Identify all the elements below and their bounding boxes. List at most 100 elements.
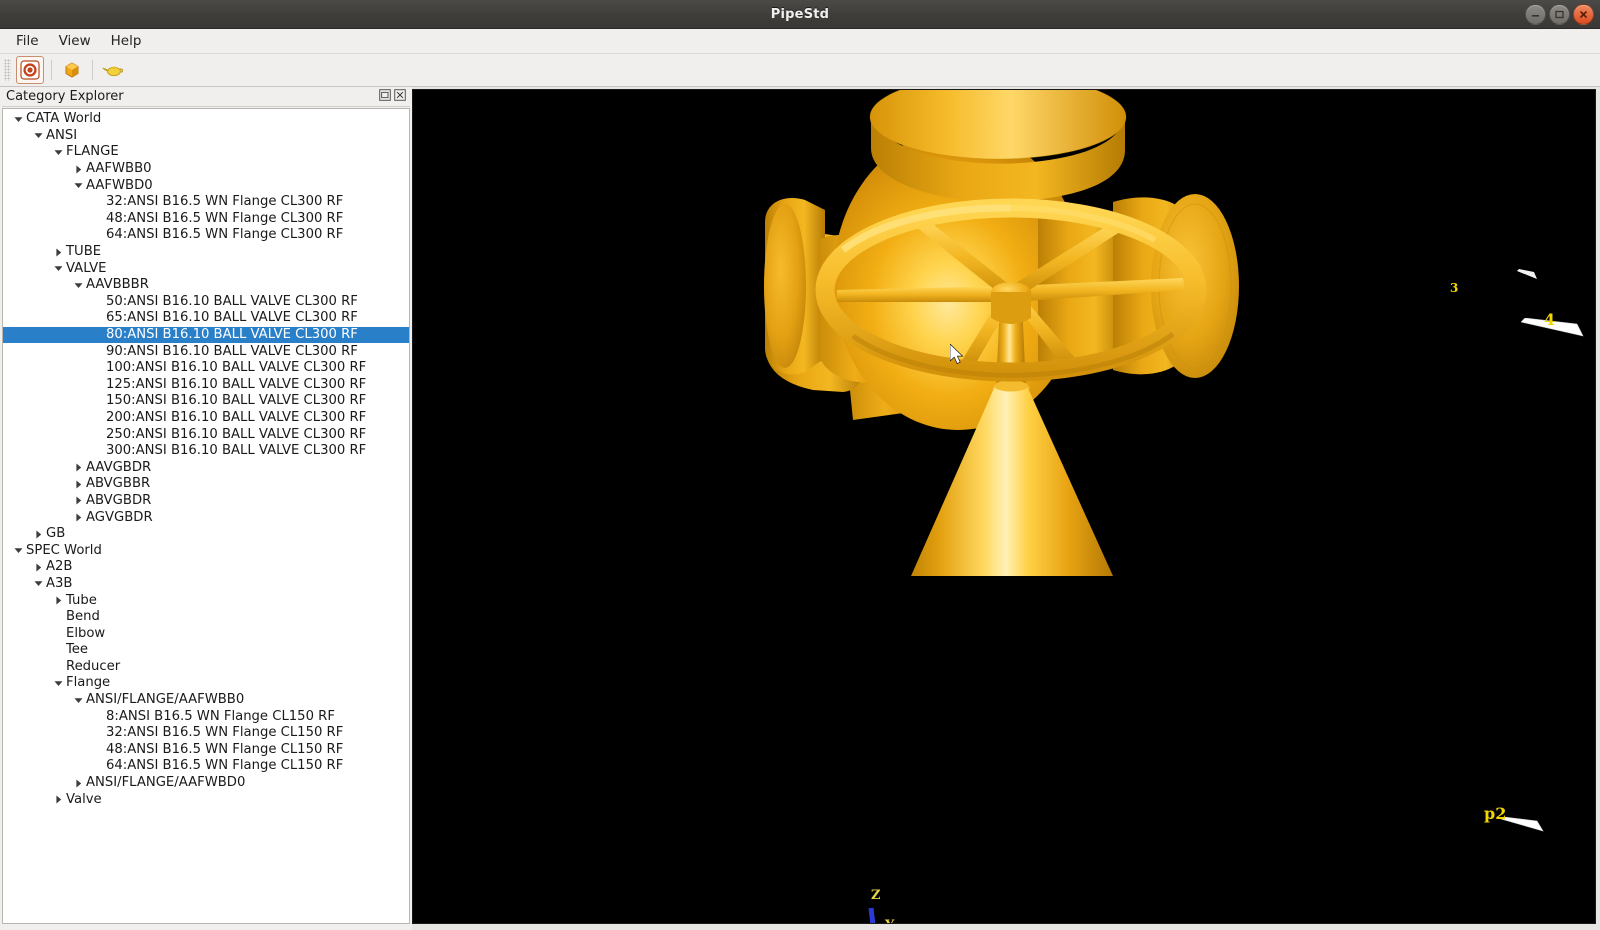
tree-row-label: AAFWBB0 (86, 161, 152, 177)
tree-row[interactable]: 8:ANSI B16.5 WN Flange CL150 RF (3, 708, 409, 725)
window-controls (1525, 0, 1594, 28)
chevron-right-icon[interactable] (51, 248, 65, 257)
tree-row-label: 65:ANSI B16.10 BALL VALVE CL300 RF (106, 310, 358, 326)
toolbar-separator-2 (92, 60, 93, 80)
teapot-button[interactable] (100, 57, 126, 83)
chevron-right-icon[interactable] (71, 779, 85, 788)
menu-view[interactable]: View (49, 30, 101, 52)
chevron-down-icon[interactable] (31, 579, 45, 588)
toolbar-grip[interactable] (4, 59, 11, 81)
tree-row-label: Reducer (66, 658, 121, 674)
tree-row[interactable]: 48:ANSI B16.5 WN Flange CL150 RF (3, 742, 409, 759)
tree-row[interactable]: 100:ANSI B16.10 BALL VALVE CL300 RF (3, 360, 409, 377)
tree-row[interactable]: 50:ANSI B16.10 BALL VALVE CL300 RF (3, 294, 409, 311)
chevron-right-icon[interactable] (71, 165, 85, 174)
chevron-down-icon[interactable] (51, 148, 65, 157)
tree-row[interactable]: Valve (3, 791, 409, 808)
chevron-right-icon[interactable] (71, 496, 85, 505)
tree-row[interactable]: ANSI/FLANGE/AAFWBB0 (3, 692, 409, 709)
chevron-down-icon[interactable] (71, 696, 85, 705)
tree-row-label: Flange (66, 675, 111, 691)
tree-row[interactable]: A2B (3, 559, 409, 576)
tree-row-label: ABVGBDR (86, 492, 152, 508)
annotation-p2: p2 (1484, 804, 1507, 823)
tree-row[interactable]: FLANGE (3, 144, 409, 161)
chevron-right-icon[interactable] (31, 563, 45, 572)
tree-row[interactable]: CATA World (3, 111, 409, 128)
tree-row-label: CATA World (26, 111, 102, 127)
chevron-right-icon[interactable] (31, 530, 45, 539)
tree-row[interactable]: AAVGBDR (3, 459, 409, 476)
hex-solid-button[interactable] (59, 57, 85, 83)
tree-row[interactable]: Tee (3, 642, 409, 659)
power-button[interactable] (16, 56, 44, 84)
tree-row-label: 48:ANSI B16.5 WN Flange CL150 RF (106, 741, 344, 757)
annotation-3: 3 (1450, 281, 1459, 295)
tree-row[interactable]: TUBE (3, 244, 409, 261)
close-panel-button[interactable] (394, 89, 406, 101)
category-tree[interactable]: CATA World ANSI FLANGE AAFWBB0 AAFWBD0 32:ANS… (2, 108, 410, 924)
chevron-down-icon[interactable] (11, 546, 25, 555)
tree-row[interactable]: ABVGBBR (3, 476, 409, 493)
3d-viewport[interactable]: 3 4 p2 Z (412, 89, 1596, 924)
bonnet-cone (911, 380, 1113, 576)
chevron-right-icon[interactable] (51, 596, 65, 605)
tree-row[interactable]: AAFWBB0 (3, 161, 409, 178)
tree-row-label: 8:ANSI B16.5 WN Flange CL150 RF (106, 708, 335, 724)
tree-row[interactable]: Reducer (3, 659, 409, 676)
power-icon (20, 60, 40, 80)
tree-row-label: GB (46, 526, 66, 542)
float-panel-button[interactable] (379, 89, 391, 101)
tree-row[interactable]: 64:ANSI B16.5 WN Flange CL300 RF (3, 227, 409, 244)
close-button[interactable] (1573, 3, 1594, 25)
tree-row[interactable]: Elbow (3, 625, 409, 642)
chevron-right-icon[interactable] (71, 513, 85, 522)
chevron-down-icon[interactable] (51, 679, 65, 688)
tree-row[interactable]: ANSI/FLANGE/AAFWBD0 (3, 775, 409, 792)
chevron-down-icon[interactable] (71, 181, 85, 190)
chevron-down-icon[interactable] (51, 264, 65, 273)
tree-row[interactable]: 150:ANSI B16.10 BALL VALVE CL300 RF (3, 393, 409, 410)
tree-row-label: 125:ANSI B16.10 BALL VALVE CL300 RF (106, 376, 367, 392)
tree-row[interactable]: ANSI (3, 128, 409, 145)
tree-row[interactable]: Bend (3, 609, 409, 626)
annotation-4-arrow (1521, 318, 1584, 337)
chevron-down-icon[interactable] (11, 115, 25, 124)
menu-file[interactable]: File (6, 30, 49, 52)
tree-row-label: 32:ANSI B16.5 WN Flange CL150 RF (106, 725, 344, 741)
menu-help[interactable]: Help (101, 30, 152, 52)
tree-row[interactable]: 64:ANSI B16.5 WN Flange CL150 RF (3, 758, 409, 775)
maximize-button[interactable] (1549, 3, 1570, 25)
chevron-down-icon[interactable] (71, 281, 85, 290)
tree-row[interactable]: AGVGBDR (3, 509, 409, 526)
tree-row[interactable]: 200:ANSI B16.10 BALL VALVE CL300 RF (3, 410, 409, 427)
tree-row[interactable]: 65:ANSI B16.10 BALL VALVE CL300 RF (3, 310, 409, 327)
tree-row[interactable]: A3B (3, 576, 409, 593)
chevron-right-icon[interactable] (51, 795, 65, 804)
tree-row[interactable]: AAVBBBR (3, 277, 409, 294)
tree-row[interactable]: 32:ANSI B16.5 WN Flange CL150 RF (3, 725, 409, 742)
tree-row[interactable]: 300:ANSI B16.10 BALL VALVE CL300 RF (3, 443, 409, 460)
panel-title-bar: Category Explorer (2, 87, 410, 107)
tree-row-label: ABVGBBR (86, 476, 151, 492)
tree-row[interactable]: 250:ANSI B16.10 BALL VALVE CL300 RF (3, 426, 409, 443)
tree-row-selected[interactable]: 80:ANSI B16.10 BALL VALVE CL300 RF (3, 326, 409, 344)
tree-row[interactable]: 90:ANSI B16.10 BALL VALVE CL300 RF (3, 343, 409, 360)
minimize-button[interactable] (1525, 3, 1546, 25)
tree-row[interactable]: VALVE (3, 260, 409, 277)
chevron-down-icon[interactable] (31, 131, 45, 140)
tree-row[interactable]: AAFWBD0 (3, 177, 409, 194)
tree-row[interactable]: 125:ANSI B16.10 BALL VALVE CL300 RF (3, 377, 409, 394)
tree-row[interactable]: 48:ANSI B16.5 WN Flange CL300 RF (3, 211, 409, 228)
tree-row[interactable]: Tube (3, 592, 409, 609)
tree-row[interactable]: SPEC World (3, 542, 409, 559)
tree-row-label: ANSI/FLANGE/AAFWBD0 (86, 775, 246, 791)
tree-row[interactable]: GB (3, 526, 409, 543)
tree-row-label: A2B (46, 559, 73, 575)
chevron-right-icon[interactable] (71, 480, 85, 489)
tree-row[interactable]: 32:ANSI B16.5 WN Flange CL300 RF (3, 194, 409, 211)
tree-row[interactable]: Flange (3, 675, 409, 692)
chevron-right-icon[interactable] (71, 463, 85, 472)
tree-row-label: 150:ANSI B16.10 BALL VALVE CL300 RF (106, 393, 367, 409)
tree-row[interactable]: ABVGBDR (3, 493, 409, 510)
